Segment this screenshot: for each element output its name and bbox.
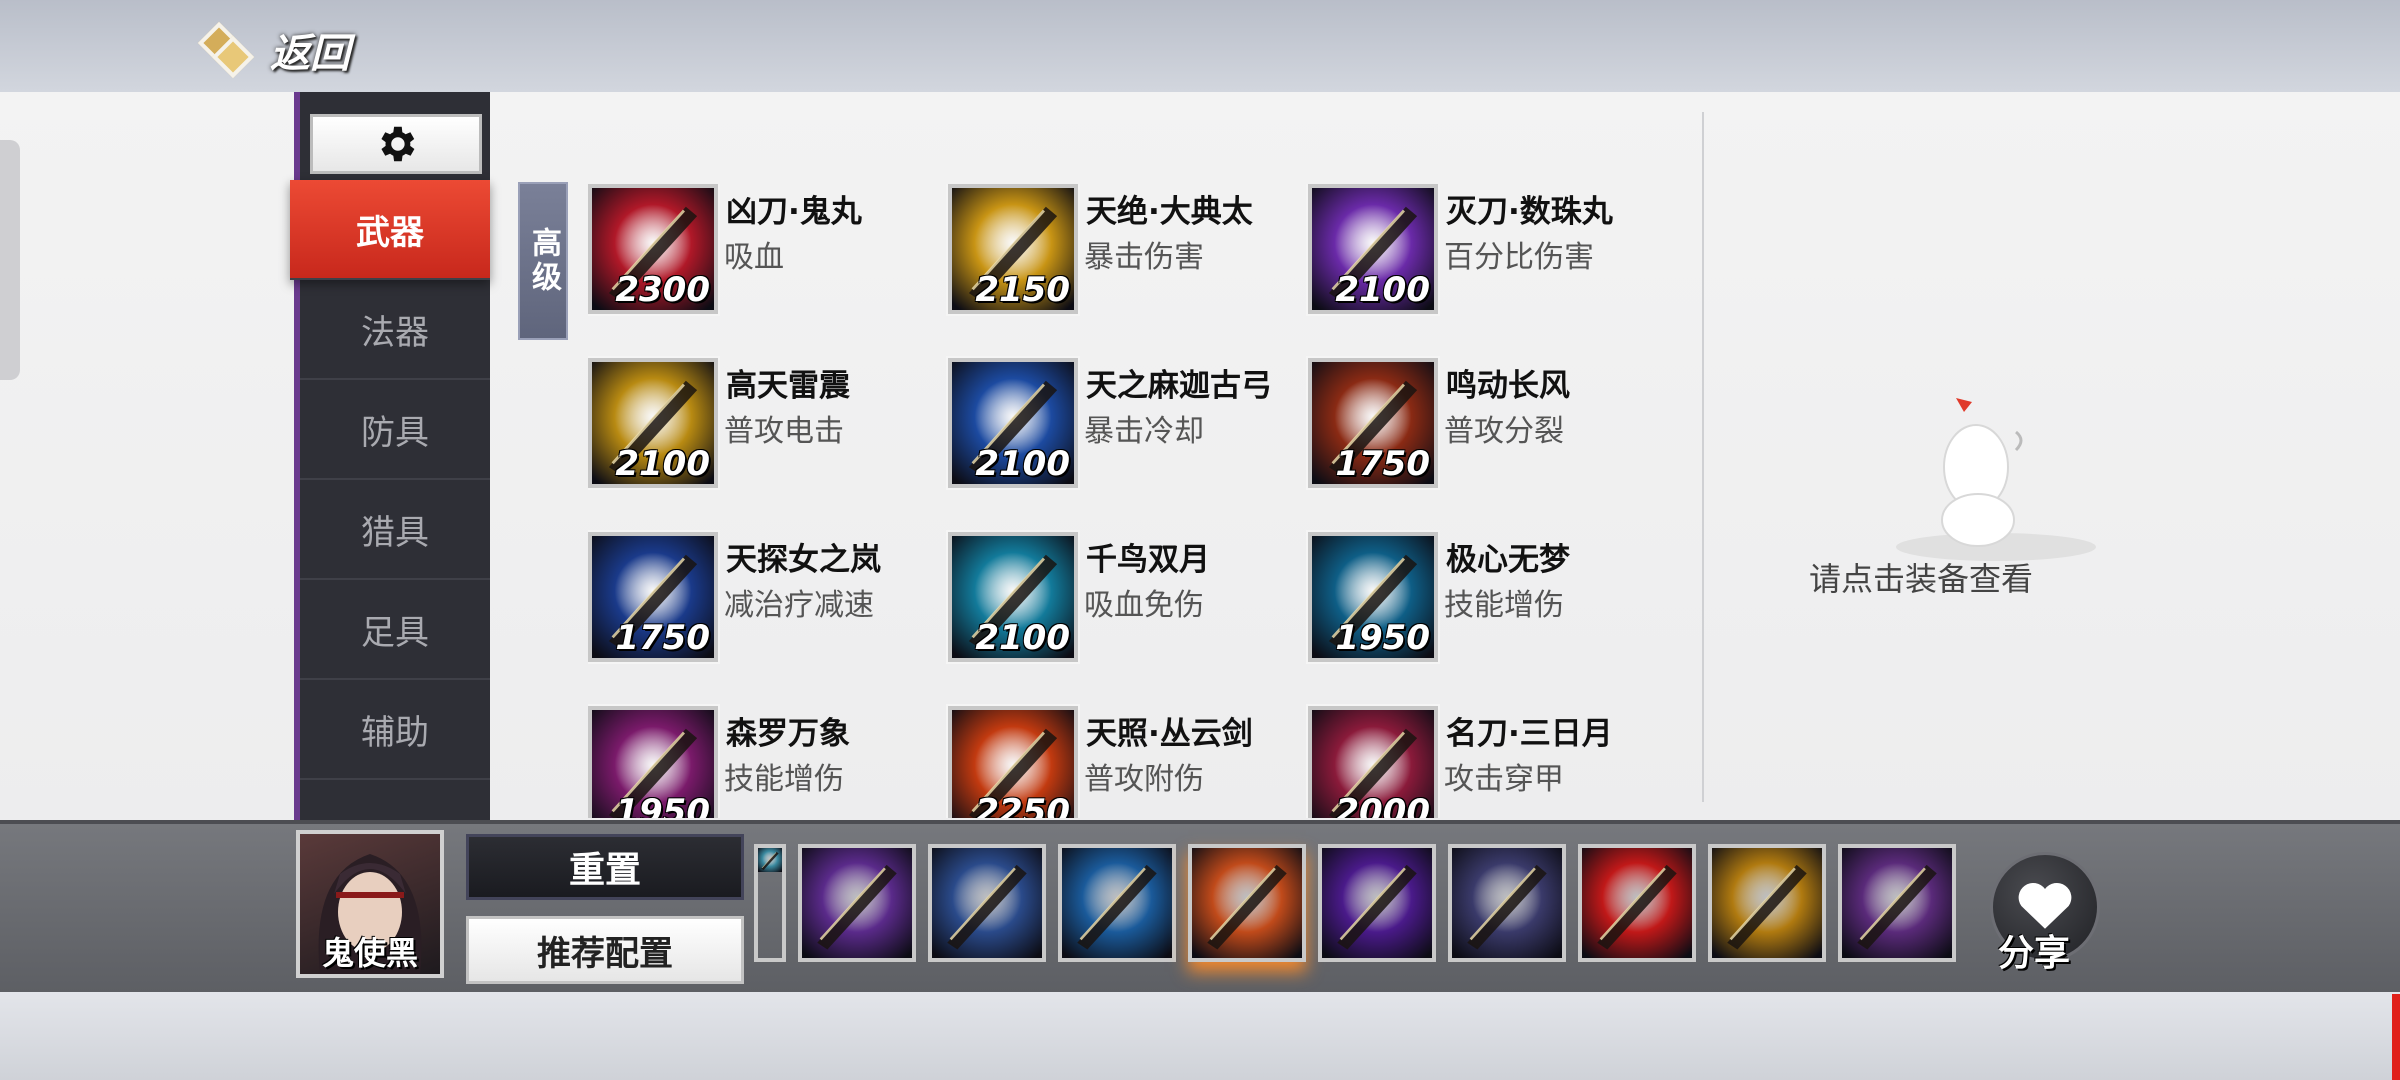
partial-item-icon[interactable] <box>754 844 786 962</box>
item-desc: 攻击穿甲 <box>1444 762 1564 797</box>
equipment-item[interactable]: 1950 森罗万象技能增伤 <box>588 706 938 818</box>
equipment-item[interactable]: 2300 凶刀·鬼丸吸血 <box>588 184 938 320</box>
twin-blades-icon[interactable]: 2100 <box>948 532 1078 662</box>
category-item[interactable]: 防具 <box>300 380 490 480</box>
item-desc: 吸血免伤 <box>1084 588 1204 623</box>
item-name: 天照·丛云剑 <box>1086 716 1253 752</box>
item-desc: 吸血 <box>724 240 784 275</box>
equipment-item[interactable]: 2000 名刀·三日月 攻击穿甲 <box>1308 706 1658 818</box>
purple-katana-icon[interactable] <box>1318 844 1436 962</box>
detail-area: 请点击装备查看 <box>1706 92 2400 820</box>
footer-area <box>0 992 2400 1080</box>
detail-hint: 请点击装备查看 <box>1808 560 2033 598</box>
red-edge-marker <box>2392 994 2400 1080</box>
item-price: 2100 <box>1335 270 1430 310</box>
armor-icon[interactable] <box>928 844 1046 962</box>
recommend-config-button[interactable]: 推荐配置 <box>466 916 744 984</box>
item-price: 2250 <box>975 792 1070 818</box>
equipment-item[interactable]: 1750 鸣动长风普攻分裂 <box>1308 358 1658 494</box>
item-price: 2300 <box>615 270 710 310</box>
golden-katana-icon[interactable]: 2150 <box>948 184 1078 314</box>
item-price: 2100 <box>975 618 1070 658</box>
item-name: 千鸟双月 <box>1086 542 1210 578</box>
oni-mask-icon[interactable] <box>1578 844 1696 962</box>
back-label: 返回 <box>270 31 350 77</box>
item-desc: 百分比伤害 <box>1444 240 1594 275</box>
item-name: 高天雷震 <box>726 368 850 404</box>
item-price: 1950 <box>615 792 710 818</box>
category-item[interactable]: 猎具 <box>300 480 490 580</box>
dark-katana-icon[interactable]: 2300 <box>588 184 718 314</box>
category-sidebar: 武器 法器 防具 猎具 足具 辅助 <box>290 92 490 820</box>
item-name: 灭刀·数珠丸 <box>1446 194 1613 230</box>
item-desc: 技能增伤 <box>724 762 844 797</box>
item-price: 2000 <box>1335 792 1430 818</box>
boots-icon[interactable] <box>798 844 916 962</box>
item-name: 鸣动长风 <box>1446 368 1570 404</box>
item-price: 2100 <box>975 444 1070 484</box>
golden-armor-icon[interactable] <box>1708 844 1826 962</box>
equipment-item[interactable]: 2100 千鸟双月吸血免伤 <box>948 532 1298 668</box>
tier-tab-advanced[interactable]: 高级 <box>518 182 568 340</box>
category-item[interactable]: 辅助 <box>300 680 490 780</box>
category-item[interactable]: 足具 <box>300 580 490 680</box>
bow-icon[interactable]: 2100 <box>948 358 1078 488</box>
item-price: 1750 <box>615 618 710 658</box>
item-price: 2100 <box>615 444 710 484</box>
item-name: 森罗万象 <box>726 716 850 752</box>
category-list: 武器 法器 防具 猎具 足具 辅助 <box>290 180 490 780</box>
orb-icon[interactable] <box>1838 844 1956 962</box>
item-name: 极心无梦 <box>1446 542 1570 578</box>
wind-blade-icon[interactable]: 1750 <box>1308 358 1438 488</box>
chain-sickle-icon[interactable]: 1950 <box>1308 532 1438 662</box>
item-price: 1750 <box>1335 444 1430 484</box>
equipment-item[interactable]: 2250 天照·丛云剑 普攻附伤 <box>948 706 1298 818</box>
equipment-item[interactable]: 2100 灭刀·数珠丸 百分比伤害 <box>1308 184 1658 320</box>
divider <box>1702 112 1704 802</box>
hero-portrait[interactable]: 鬼使黑 <box>296 830 444 978</box>
top-bar <box>0 0 2400 92</box>
reset-button[interactable]: 重置 <box>466 834 744 900</box>
item-price: 2150 <box>975 270 1070 310</box>
item-desc: 减治疗减速 <box>724 588 874 623</box>
item-desc: 普攻电击 <box>724 414 844 449</box>
item-desc: 暴击冷却 <box>1084 414 1204 449</box>
equipment-item[interactable]: 2150 天绝·大典太 暴击伤害 <box>948 184 1298 320</box>
equipment-grid: 2300 凶刀·鬼丸吸血 2150 天绝·大典太 暴击伤害 2100 灭刀·数珠丸 百分比伤害… <box>588 184 1688 818</box>
item-desc: 普攻分裂 <box>1444 414 1564 449</box>
item-name: 天探女之岚 <box>726 542 881 578</box>
purple-katana-icon[interactable]: 2100 <box>1308 184 1438 314</box>
item-desc: 技能增伤 <box>1444 588 1564 623</box>
thunder-cannon-icon[interactable]: 2100 <box>588 358 718 488</box>
stone-crown-icon[interactable] <box>1448 844 1566 962</box>
equipment-item[interactable]: 2100 高天雷震普攻电击 <box>588 358 938 494</box>
back-button[interactable]: 返回 <box>197 18 350 82</box>
item-price: 1950 <box>1335 618 1430 658</box>
item-desc: 暴击伤害 <box>1084 240 1204 275</box>
gear-icon <box>381 126 415 162</box>
war-hammer-icon[interactable] <box>1188 844 1306 962</box>
item-name: 天绝·大典太 <box>1086 194 1253 230</box>
crescent-katana-icon[interactable]: 2000 <box>1308 706 1438 818</box>
category-item[interactable]: 法器 <box>300 280 490 380</box>
hero-name: 鬼使黑 <box>321 934 418 972</box>
item-desc: 普攻附伤 <box>1084 762 1204 797</box>
mascot-illustration <box>1896 398 2096 561</box>
mirror-icon[interactable] <box>1058 844 1176 962</box>
equipment-item[interactable]: 1750 天探女之岚减治疗减速 <box>588 532 938 668</box>
item-name: 名刀·三日月 <box>1446 716 1613 752</box>
equipment-item[interactable]: 2100 天之麻迦古弓 暴击冷却 <box>948 358 1298 494</box>
item-name: 凶刀·鬼丸 <box>726 194 862 230</box>
axe-staff-icon[interactable]: 1950 <box>588 706 718 818</box>
category-item[interactable]: 武器 <box>290 180 490 280</box>
diamond-logo-icon <box>197 21 255 79</box>
storm-bow-icon[interactable]: 1750 <box>588 532 718 662</box>
flame-sword-icon[interactable]: 2250 <box>948 706 1078 818</box>
share-label: 分享 <box>1998 933 2071 974</box>
left-edge-handle[interactable] <box>0 140 20 380</box>
settings-button[interactable] <box>310 114 482 174</box>
item-name: 天之麻迦古弓 <box>1086 368 1272 404</box>
equipment-item[interactable]: 1950 极心无梦技能增伤 <box>1308 532 1658 668</box>
